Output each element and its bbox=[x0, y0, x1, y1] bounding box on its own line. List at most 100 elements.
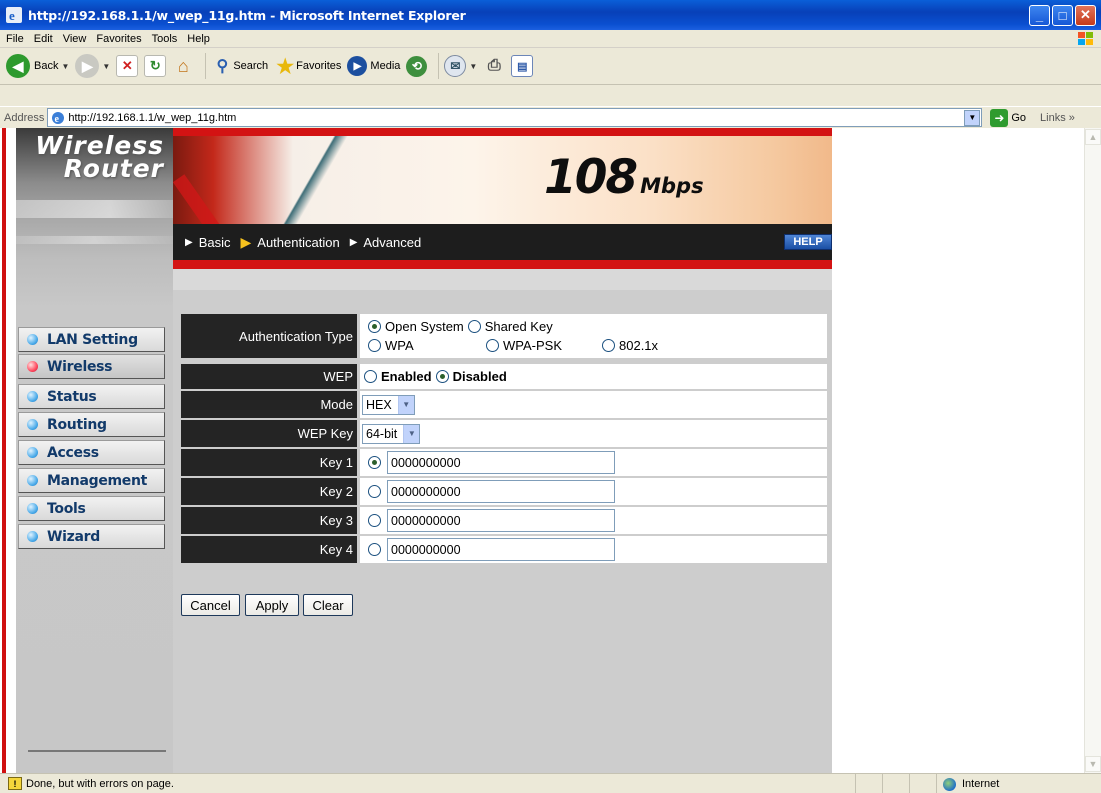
speed-logo: 108 Mbps bbox=[544, 150, 704, 205]
radio-unselected[interactable] bbox=[364, 370, 377, 383]
wep-enabled-option[interactable]: Enabled bbox=[364, 369, 432, 384]
mail-button[interactable]: ✉ ▼ bbox=[444, 55, 477, 77]
go-button[interactable]: ➜ Go bbox=[990, 108, 1026, 127]
clear-button[interactable]: Clear bbox=[303, 594, 353, 616]
key-3-row: Key 3 0000000000 bbox=[181, 507, 827, 534]
sidebar-item-status[interactable]: Status bbox=[18, 384, 165, 409]
menu-help[interactable]: Help bbox=[187, 33, 210, 45]
bullet-icon bbox=[27, 334, 38, 345]
auth-shared-key-option[interactable]: Shared Key bbox=[467, 319, 553, 334]
scroll-down-icon[interactable]: ▼ bbox=[1085, 756, 1101, 772]
print-button[interactable]: ⎙ bbox=[483, 55, 505, 77]
key-2-input[interactable]: 0000000000 bbox=[387, 480, 615, 503]
radio-unselected[interactable] bbox=[467, 320, 481, 333]
key-1-radio[interactable] bbox=[368, 456, 381, 469]
key-4-radio[interactable] bbox=[368, 543, 381, 556]
key-3-input[interactable]: 0000000000 bbox=[387, 509, 615, 532]
decorative-streak bbox=[16, 236, 173, 244]
banner-red-stripe bbox=[173, 260, 832, 269]
radio-unselected[interactable] bbox=[368, 339, 381, 352]
key-3-label: Key 3 bbox=[181, 507, 357, 534]
minimize-button[interactable]: _ bbox=[1029, 4, 1050, 26]
tab-advanced[interactable]: Advanced bbox=[363, 235, 421, 250]
stop-button[interactable]: ✕ bbox=[116, 55, 139, 77]
printer-icon: ⎙ bbox=[487, 57, 501, 74]
edit-button[interactable]: ▤ bbox=[511, 55, 534, 77]
option-label: Disabled bbox=[452, 369, 507, 384]
help-button[interactable]: HELP bbox=[784, 234, 832, 250]
edit-page-icon: ▤ bbox=[511, 55, 534, 77]
left-red-strip bbox=[0, 128, 16, 773]
forward-button[interactable]: ▶ ▼ bbox=[75, 54, 110, 78]
scroll-up-icon[interactable]: ▲ bbox=[1085, 129, 1101, 145]
auth-8021x-option[interactable]: 802.1x bbox=[602, 338, 658, 353]
refresh-button[interactable]: ↻ bbox=[144, 55, 167, 77]
close-button[interactable]: ✕ bbox=[1075, 4, 1096, 26]
address-input[interactable]: e http://192.168.1.1/w_wep_11g.htm ▼ bbox=[47, 108, 983, 127]
cancel-button[interactable]: Cancel bbox=[181, 594, 240, 616]
radio-unselected[interactable] bbox=[486, 339, 499, 352]
radio-unselected[interactable] bbox=[602, 339, 615, 352]
sidebar-item-routing[interactable]: Routing bbox=[18, 412, 165, 437]
key-3-radio[interactable] bbox=[368, 514, 381, 527]
banner-artwork bbox=[173, 136, 832, 224]
auth-open-system-option[interactable]: Open System bbox=[368, 319, 464, 334]
menu-favorites[interactable]: Favorites bbox=[96, 33, 141, 45]
wep-row: WEP Enabled Disabled bbox=[181, 364, 827, 389]
menu-file[interactable]: File bbox=[6, 33, 24, 45]
radio-selected[interactable] bbox=[368, 320, 381, 333]
menu-view[interactable]: View bbox=[63, 33, 87, 45]
favorites-button[interactable]: ★ Favorites bbox=[274, 55, 342, 78]
menu-edit[interactable]: Edit bbox=[34, 33, 53, 45]
warning-icon[interactable]: ! bbox=[8, 777, 22, 790]
svg-text:e: e bbox=[9, 8, 15, 23]
main-panel: Authentication Type Open System Shared K… bbox=[173, 269, 832, 773]
sidebar-item-access[interactable]: Access bbox=[18, 440, 165, 465]
sidebar-item-label: Status bbox=[47, 388, 97, 405]
help-label: HELP bbox=[793, 236, 823, 248]
key-4-input[interactable]: 0000000000 bbox=[387, 538, 615, 561]
sidebar-item-label: Management bbox=[47, 472, 148, 489]
tab-authentication[interactable]: Authentication bbox=[257, 235, 339, 250]
favorites-label: Favorites bbox=[296, 60, 342, 72]
search-button[interactable]: ⚲ Search bbox=[211, 55, 268, 77]
speed-value: 108 bbox=[544, 150, 638, 205]
menu-tools[interactable]: Tools bbox=[152, 33, 178, 45]
key-2-label: Key 2 bbox=[181, 478, 357, 505]
key-1-row: Key 1 0000000000 bbox=[181, 449, 827, 476]
apply-label: Apply bbox=[255, 597, 289, 613]
star-icon: ★ bbox=[276, 55, 295, 78]
key-1-cell: 0000000000 bbox=[360, 449, 827, 476]
key-2-cell: 0000000000 bbox=[360, 478, 827, 505]
mode-cell: HEX ▼ bbox=[360, 391, 827, 418]
chevron-down-icon[interactable]: ▼ bbox=[964, 109, 981, 126]
sidebar-item-wizard[interactable]: Wizard bbox=[18, 524, 165, 549]
maximize-button[interactable]: □ bbox=[1052, 4, 1073, 26]
radio-selected[interactable] bbox=[435, 370, 449, 383]
auth-wpa-option[interactable]: WPA bbox=[368, 338, 482, 353]
home-button[interactable]: ⌂ bbox=[172, 55, 194, 77]
vertical-scrollbar[interactable]: ▲ ▼ bbox=[1084, 128, 1101, 773]
wep-disabled-option[interactable]: Disabled bbox=[435, 369, 507, 384]
sidebar-item-wireless[interactable]: Wireless bbox=[18, 354, 165, 379]
key-2-radio[interactable] bbox=[368, 485, 381, 498]
auth-wpa-psk-option[interactable]: WPA-PSK bbox=[486, 338, 598, 353]
apply-button[interactable]: Apply bbox=[245, 594, 299, 616]
links-button[interactable]: Links » bbox=[1040, 112, 1075, 124]
media-button[interactable]: ▶ Media bbox=[347, 56, 400, 76]
auth-type-row: Authentication Type Open System Shared K… bbox=[181, 314, 827, 358]
sidebar-item-lan-setting[interactable]: LAN Setting bbox=[18, 327, 165, 352]
back-button[interactable]: ◀ Back ▼ bbox=[6, 54, 69, 78]
sidebar-item-label: Access bbox=[47, 444, 99, 461]
tab-basic[interactable]: Basic bbox=[199, 235, 231, 250]
mode-select[interactable]: HEX ▼ bbox=[362, 394, 415, 415]
chevron-down-icon: ▼ bbox=[403, 424, 420, 443]
sidebar-item-tools[interactable]: Tools bbox=[18, 496, 165, 521]
key-1-input[interactable]: 0000000000 bbox=[387, 451, 615, 474]
sidebar-item-management[interactable]: Management bbox=[18, 468, 165, 493]
header-banner: 108 Mbps ▶ Basic ▶ Authentication ▶ Advan… bbox=[173, 128, 832, 269]
history-button[interactable]: ⟲ bbox=[406, 55, 428, 77]
wep-key-length-select[interactable]: 64-bit ▼ bbox=[362, 423, 421, 444]
bullet-icon bbox=[27, 447, 38, 458]
status-panes bbox=[855, 774, 936, 793]
